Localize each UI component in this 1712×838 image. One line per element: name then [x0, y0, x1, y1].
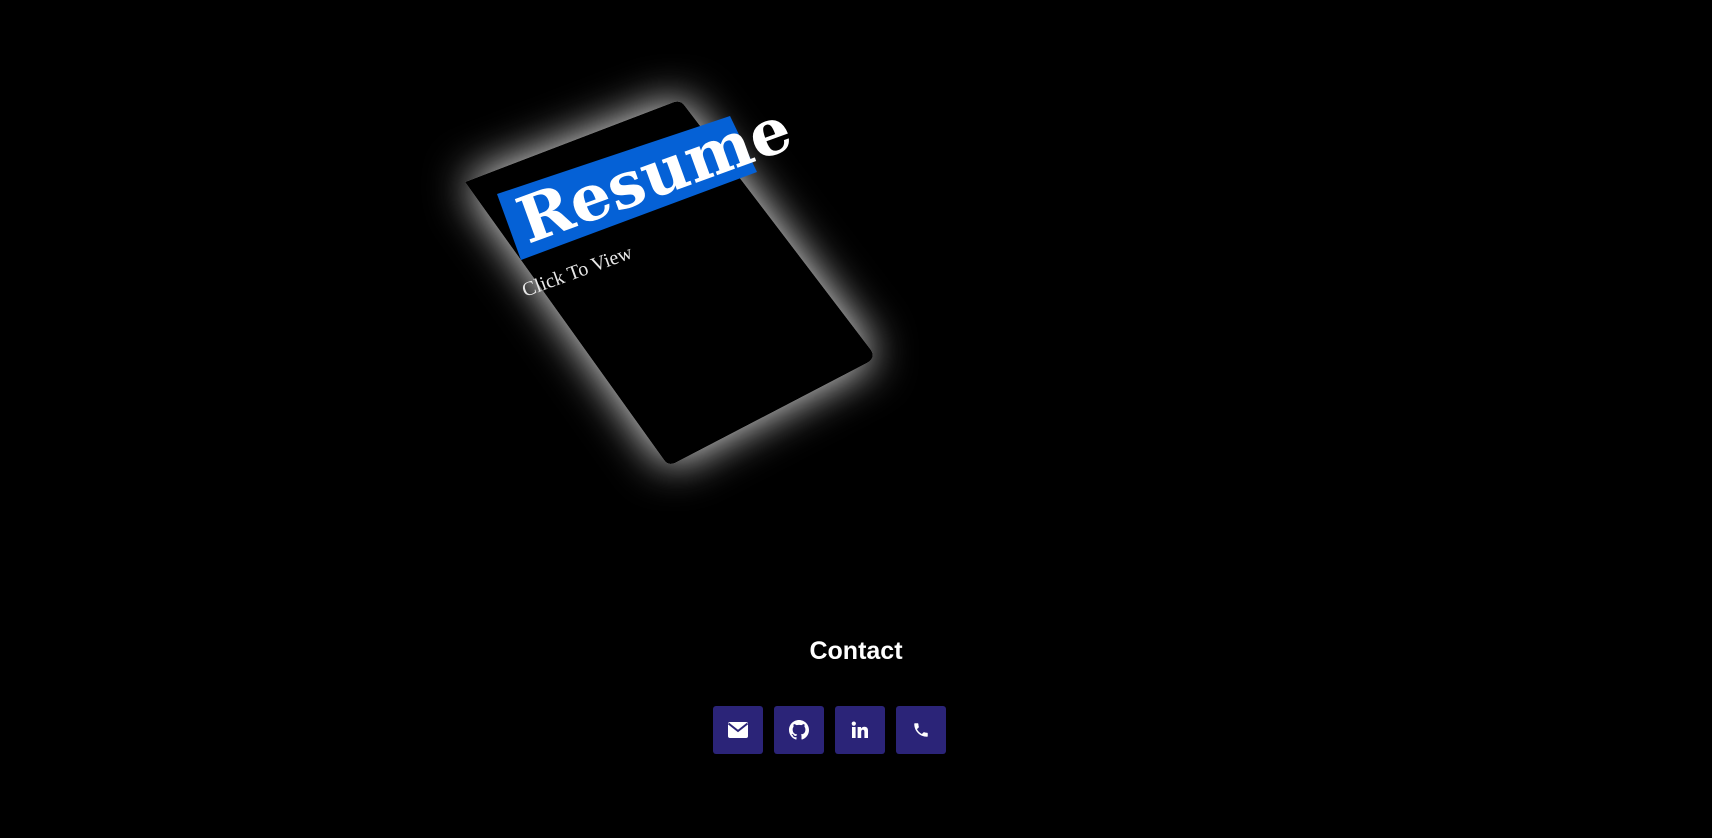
resume-card-graphic[interactable]: Resume Click To View: [385, 22, 905, 522]
contact-heading: Contact: [809, 637, 903, 665]
github-button[interactable]: [774, 706, 824, 754]
phone-icon: [914, 723, 928, 737]
linkedin-button[interactable]: [835, 706, 885, 754]
email-button[interactable]: [713, 706, 763, 754]
github-icon: [789, 720, 809, 740]
page: Resume Click To View Contact: [0, 0, 1712, 838]
contact-button-group: [713, 706, 946, 754]
phone-button[interactable]: [896, 706, 946, 754]
linkedin-icon: [851, 721, 868, 738]
envelope-icon: [727, 722, 749, 738]
